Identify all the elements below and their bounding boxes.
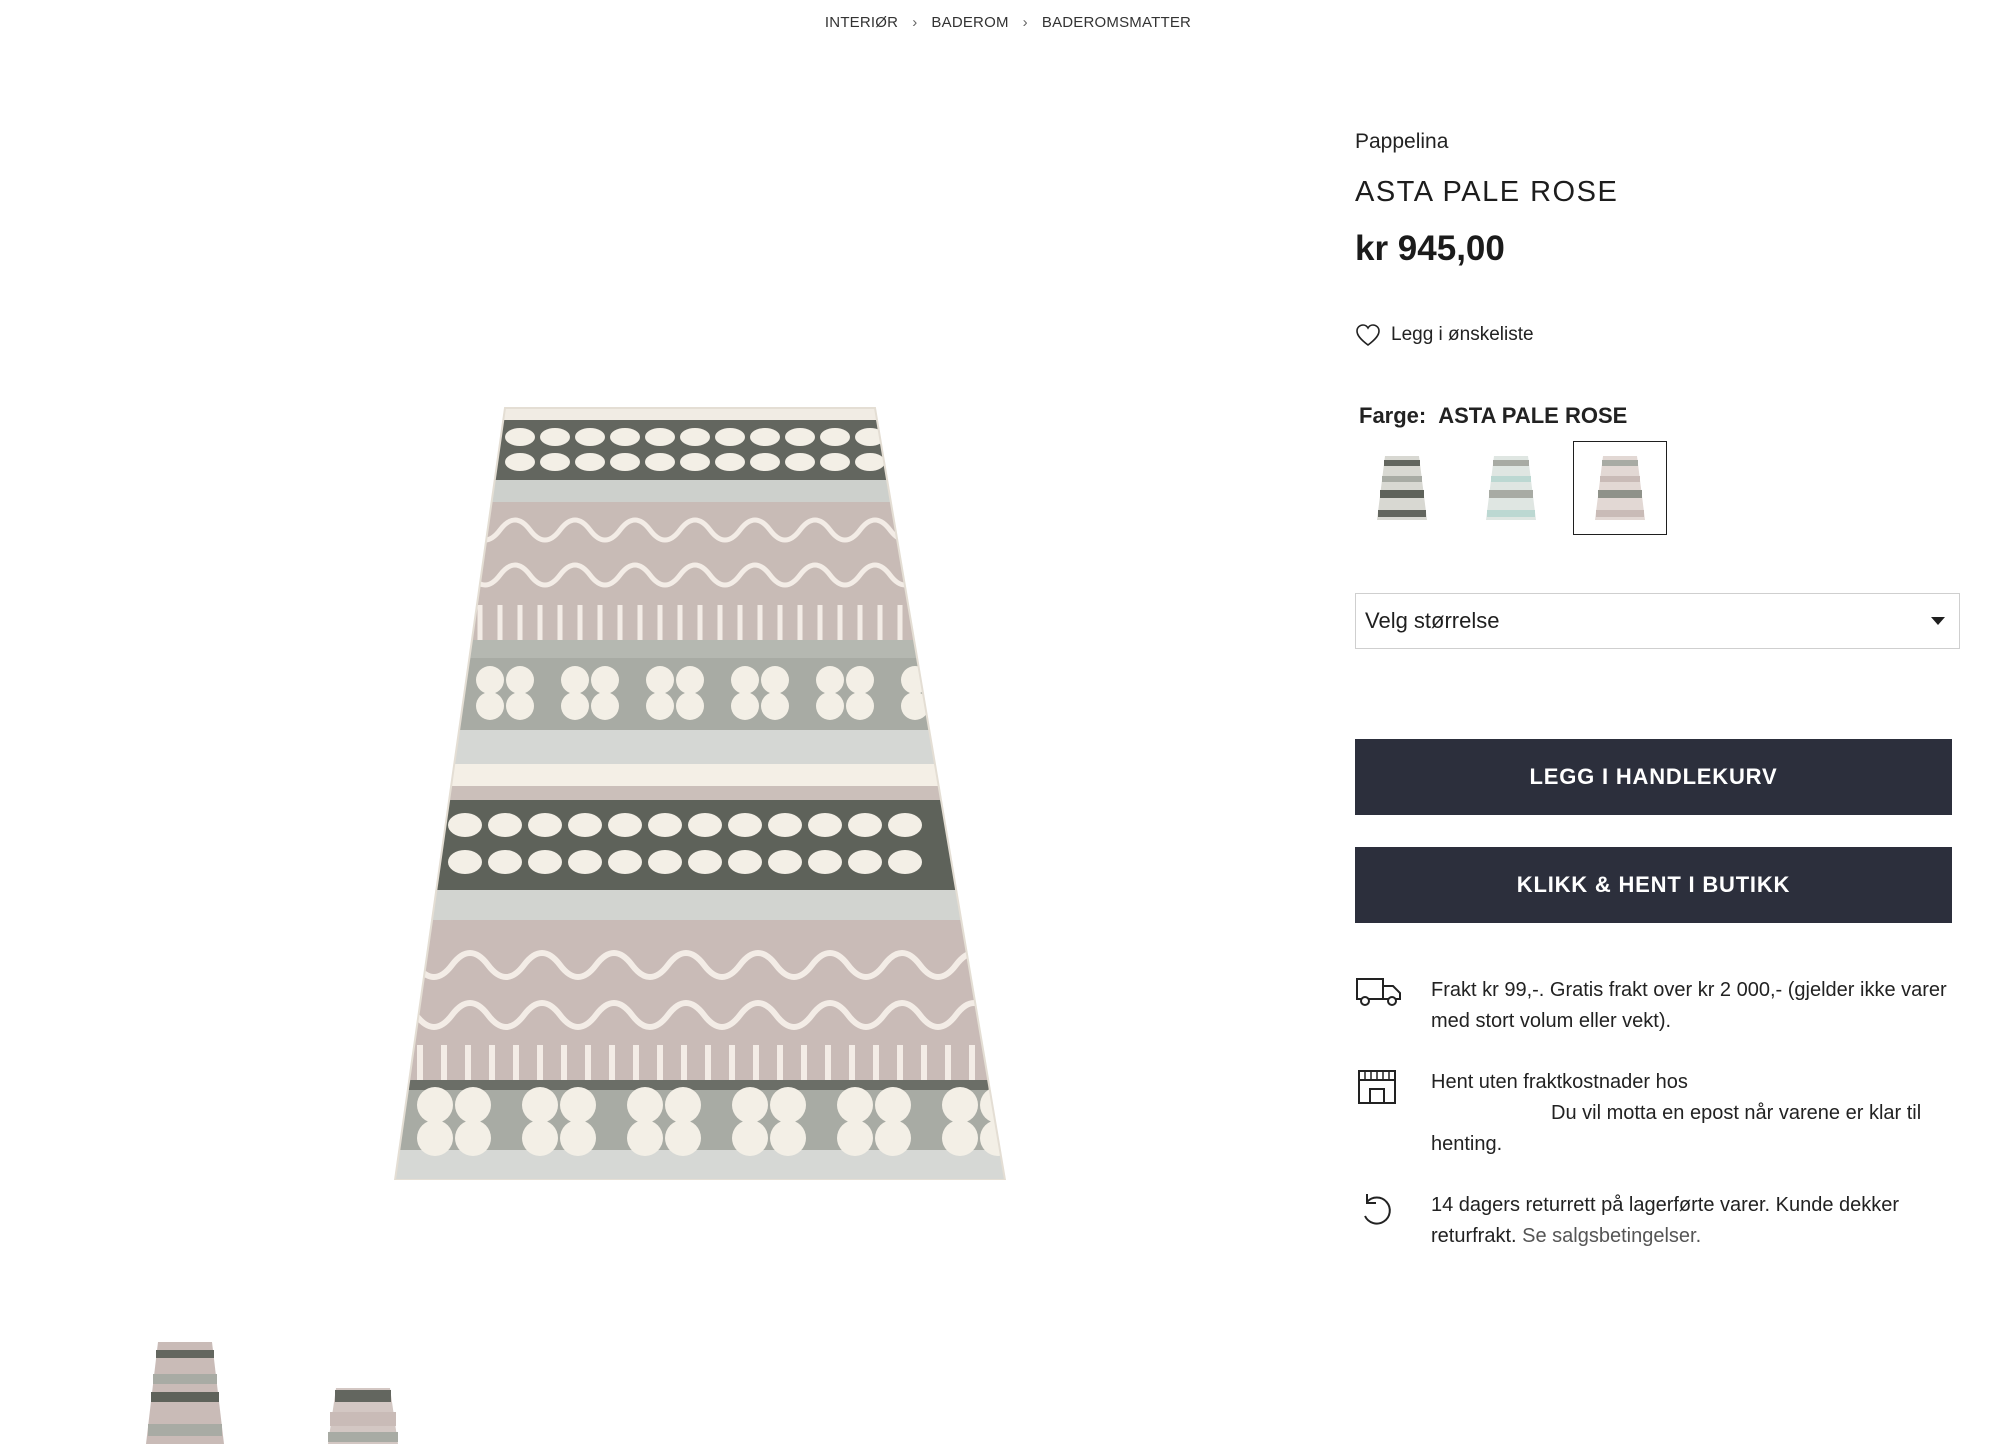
color-swatch-mint[interactable] [1464, 441, 1558, 535]
color-swatch-pale-rose[interactable] [1573, 441, 1667, 535]
wishlist-label: Legg i ønskeliste [1391, 324, 1534, 345]
breadcrumb-item-interior[interactable]: INTERIØR [825, 14, 898, 31]
thumbnail-strip [140, 1340, 408, 1446]
chevron-right-icon: › [1022, 14, 1028, 31]
wishlist-button[interactable]: Legg i ønskeliste [1355, 323, 1975, 347]
size-select-placeholder: Velg størrelse [1365, 608, 1500, 633]
perk-returns: 14 dagers returrett på lagerførte varer.… [1355, 1190, 1975, 1252]
product-brand[interactable]: Pappelina [1355, 130, 1975, 154]
pickup-text: Hent uten fraktkostnader hos Du vil mott… [1431, 1067, 1975, 1160]
perks-list: Frakt kr 99,-. Gratis frakt over kr 2 00… [1355, 975, 1975, 1252]
return-arrow-icon [1364, 1194, 1391, 1225]
perk-shipping: Frakt kr 99,-. Gratis frakt over kr 2 00… [1355, 975, 1975, 1037]
add-to-cart-button[interactable]: LEGG I HANDLEKURV [1355, 739, 1952, 815]
color-selector-label: Farge: ASTA PALE ROSE [1359, 403, 1975, 429]
rug-mint-swatch-icon [1486, 456, 1536, 520]
chevron-right-icon: › [912, 14, 918, 31]
breadcrumb: INTERIØR › BADEROM › BADEROMSMATTER [0, 14, 2016, 31]
color-value: ASTA PALE ROSE [1438, 403, 1628, 428]
breadcrumb-item-baderom[interactable]: BADEROM [931, 14, 1008, 31]
sales-terms-link[interactable]: Se salgsbetingelser. [1522, 1225, 1701, 1247]
thumbnail-front-view[interactable] [140, 1340, 230, 1446]
pickup-text-line2: Du vil motta en epost når varene er klar… [1431, 1102, 1922, 1155]
click-and-collect-button[interactable]: KLIKK & HENT I BUTIKK [1355, 847, 1952, 923]
color-label: Farge: [1359, 403, 1427, 428]
product-info: Pappelina ASTA PALE ROSE kr 945,00 Legg … [1355, 130, 1975, 1282]
rug-rose-swatch-icon [1595, 456, 1645, 520]
size-select[interactable]: Velg størrelse [1355, 593, 1960, 649]
product-main-image[interactable] [380, 400, 1020, 1180]
color-swatches [1355, 441, 1975, 535]
store-icon [1358, 1070, 1396, 1104]
product-price: kr 945,00 [1355, 229, 1505, 268]
product-title: ASTA PALE ROSE [1355, 176, 1619, 208]
thumbnail-detail-view[interactable] [318, 1340, 408, 1446]
truck-icon [1356, 978, 1401, 1006]
pickup-text-line1: Hent uten fraktkostnader hos [1431, 1071, 1688, 1093]
breadcrumb-item-baderomsmatter[interactable]: BADEROMSMATTER [1042, 14, 1191, 31]
heart-icon [1356, 324, 1380, 347]
color-swatch-grey[interactable] [1355, 441, 1449, 535]
caret-down-icon [1931, 617, 1945, 625]
rug-grey-swatch-icon [1377, 456, 1427, 520]
returns-text: 14 dagers returrett på lagerførte varer.… [1431, 1190, 1975, 1252]
shipping-text: Frakt kr 99,-. Gratis frakt over kr 2 00… [1431, 979, 1947, 1032]
perk-pickup: Hent uten fraktkostnader hos Du vil mott… [1355, 1067, 1975, 1160]
